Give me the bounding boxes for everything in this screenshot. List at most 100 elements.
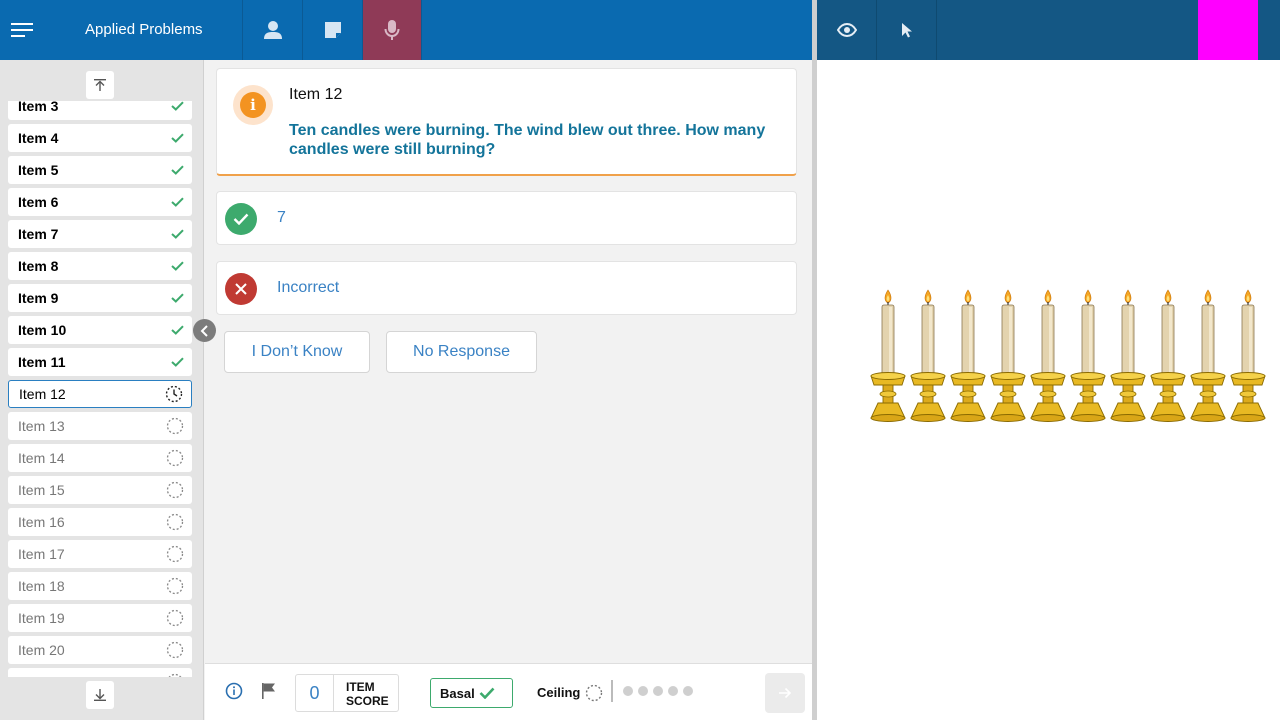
scroll-to-top-button[interactable] (86, 71, 114, 99)
candle (990, 289, 1026, 422)
sidebar-item-label: Item 18 (18, 578, 65, 594)
sidebar-item[interactable]: Item 9 (8, 284, 192, 312)
candle (1190, 289, 1226, 422)
check-icon (171, 165, 184, 175)
sidebar-item[interactable]: Item 20 (8, 636, 192, 664)
next-item-button[interactable] (765, 673, 805, 713)
flag-icon (262, 683, 275, 699)
sidebar-item-label: Item 11 (18, 354, 66, 370)
item-score-label: ITEM SCORE (346, 680, 389, 708)
sidebar-item-label: Item 15 (18, 482, 65, 498)
top-toolbar: Applied Problems (0, 0, 812, 60)
sidebar-item[interactable]: Item 17 (8, 540, 192, 568)
viewer-toolbar (817, 0, 1280, 60)
progress-dots (623, 686, 693, 696)
info-button[interactable] (225, 682, 243, 705)
progress-dot (683, 686, 693, 696)
basal-status: Basal (430, 678, 513, 708)
info-circle-icon (225, 682, 243, 700)
incorrect-answer-option[interactable]: Incorrect (216, 261, 797, 315)
pointer-icon (901, 23, 912, 38)
sidebar-item-label: Item 14 (18, 450, 65, 466)
pending-icon (166, 481, 184, 499)
sidebar-item-label: Item 7 (18, 226, 59, 242)
in-progress-icon (165, 385, 183, 403)
candle (1230, 289, 1266, 422)
sidebar-item-label: Item 3 (18, 101, 59, 114)
check-icon (171, 325, 184, 335)
no-response-button[interactable]: No Response (386, 331, 537, 373)
examinee-button[interactable] (242, 0, 302, 60)
sidebar-item[interactable]: Item 13 (8, 412, 192, 440)
collapse-sidebar-button[interactable] (193, 319, 216, 342)
sidebar-item[interactable]: Item 4 (8, 124, 192, 152)
sidebar-item-label: Item 20 (18, 642, 65, 658)
sidebar-item-label: Item 8 (18, 258, 59, 274)
scroll-to-bottom-button[interactable] (86, 681, 114, 709)
sidebar-item[interactable]: Item 16 (8, 508, 192, 536)
notes-button[interactable] (302, 0, 362, 60)
candles-illustration (870, 289, 1266, 422)
arrow-up-to-top-icon (94, 79, 106, 91)
candle (910, 289, 946, 422)
check-icon (171, 101, 184, 111)
app-window: Applied Problems Item 3 Item 4 Item 5 It… (0, 0, 1280, 720)
sidebar-item-label: Item 12 (19, 386, 66, 402)
status-footer: 0 ITEM SCORE Basal Ceiling (205, 663, 812, 720)
info-icon: i (240, 92, 266, 118)
info-badge: i (233, 85, 273, 125)
question-text: Ten candles were burning. The wind blew … (289, 122, 766, 158)
sidebar-item[interactable]: Item 10 (8, 316, 192, 344)
sidebar-item[interactable]: Item 3 (8, 101, 192, 120)
sidebar-item[interactable]: Item 6 (8, 188, 192, 216)
sidebar-item[interactable]: Item 18 (8, 572, 192, 600)
arrow-right-icon (779, 687, 792, 699)
app-title: Applied Problems (85, 21, 203, 38)
progress-dot (638, 686, 648, 696)
incorrect-answer-label: Incorrect (277, 279, 340, 296)
dont-know-button[interactable]: I Don’t Know (224, 331, 370, 373)
sidebar-item[interactable]: Item 7 (8, 220, 192, 248)
sidebar-item[interactable]: Item 8 (8, 252, 192, 280)
flag-button[interactable] (261, 682, 277, 705)
sidebar-item-label: Item 17 (18, 546, 65, 562)
pending-icon (166, 513, 184, 531)
basal-label: Basal (440, 685, 475, 701)
progress-dot (668, 686, 678, 696)
check-icon (171, 293, 184, 303)
sidebar-item-label: Item 21 (18, 674, 65, 677)
pending-icon (166, 577, 184, 595)
sidebar-item[interactable]: Item 19 (8, 604, 192, 632)
sidebar-item[interactable]: Item 14 (8, 444, 192, 472)
progress-dot (653, 686, 663, 696)
sidebar-item[interactable]: Item 21 (8, 668, 192, 677)
item-score-box: 0 ITEM SCORE (295, 674, 399, 712)
sidebar-item[interactable]: Item 15 (8, 476, 192, 504)
marker-color-swatch[interactable] (1198, 0, 1258, 60)
sidebar-item[interactable]: Item 11 (8, 348, 192, 376)
microphone-icon (384, 20, 400, 40)
correct-answer-option[interactable]: 7 (216, 191, 797, 245)
item-score-label-line2: SCORE (346, 694, 389, 708)
person-icon (263, 21, 282, 39)
check-icon (171, 357, 184, 367)
item-score-value: 0 (296, 675, 334, 711)
sidebar-item-label: Item 10 (18, 322, 67, 338)
sidebar-item-label: Item 4 (18, 130, 59, 146)
pointer-tool-button[interactable] (877, 0, 937, 60)
candle (1110, 289, 1146, 422)
sidebar-item[interactable]: Item 12 (8, 380, 192, 408)
question-card: i Item 12 Ten candles were burning. The … (216, 68, 797, 176)
check-circle-icon (225, 203, 257, 235)
microphone-button[interactable] (362, 0, 422, 60)
chevron-left-icon (200, 324, 208, 337)
stimulus-panel (817, 60, 1280, 720)
item-list[interactable]: Item 3 Item 4 Item 5 Item 6 Item 7 Item 8 Item… (0, 101, 204, 677)
menu-icon (11, 23, 33, 37)
ceiling-label: Ceiling (537, 685, 581, 700)
menu-button[interactable] (0, 0, 44, 60)
progress-dot (623, 686, 633, 696)
sidebar-item[interactable]: Item 5 (8, 156, 192, 184)
view-toggle-button[interactable] (817, 0, 877, 60)
check-icon (171, 133, 184, 143)
